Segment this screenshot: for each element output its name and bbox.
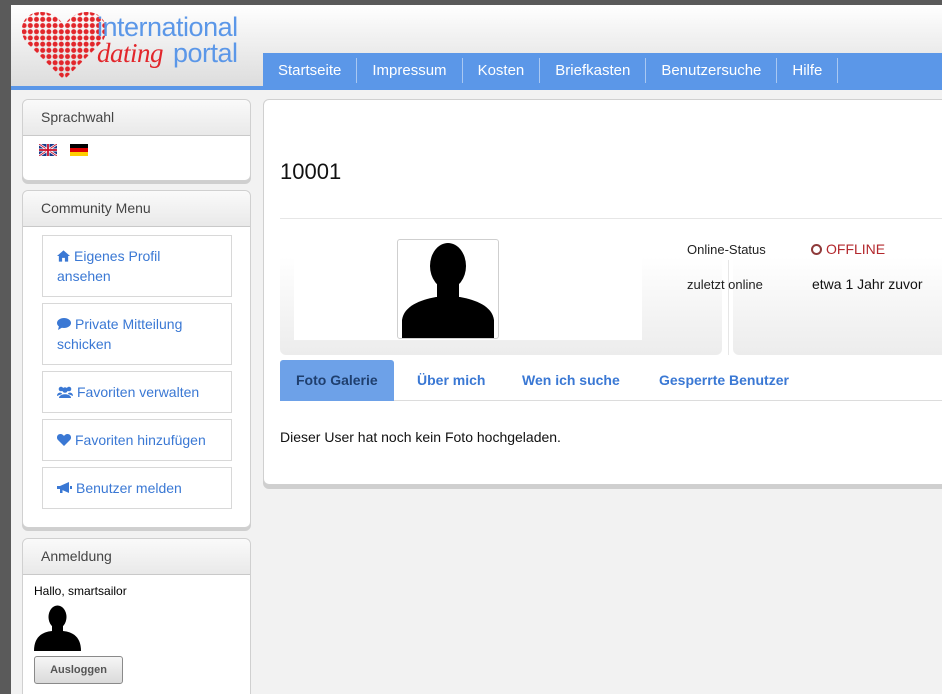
menu-add-favorite[interactable]: Favoriten hinzufügen — [42, 419, 232, 461]
user-avatar-icon[interactable] — [34, 605, 81, 651]
offline-status-icon — [811, 243, 822, 255]
logo-word-dating: dating — [97, 38, 164, 68]
profile-avatar[interactable] — [397, 239, 499, 339]
menu-view-own-profile[interactable]: Eigenes Profil ansehen — [42, 235, 232, 297]
tab-gesperrte-benutzer[interactable]: Gesperrte Benutzer — [643, 360, 805, 401]
menu-send-private-message[interactable]: Private Mitteilung schicken — [42, 303, 232, 365]
language-panel: Sprachwahl — [22, 99, 251, 181]
megaphone-icon — [57, 482, 72, 493]
menu-manage-favorites[interactable]: Favoriten verwalten — [42, 371, 232, 413]
logo-word-international: international — [97, 12, 238, 42]
users-icon — [57, 386, 73, 398]
profile-photo-area — [280, 233, 722, 355]
nav-impressum[interactable]: Impressum — [357, 58, 463, 83]
heart-logo-icon[interactable] — [21, 10, 107, 82]
home-icon — [57, 250, 70, 262]
menu-item-label: Private Mitteilung schicken — [57, 316, 183, 352]
community-menu-title: Community Menu — [23, 191, 250, 227]
profile-title: 10001 — [280, 159, 342, 184]
site-logo-text[interactable]: international dating portal — [97, 12, 238, 68]
main-navigation: Startseite Impressum Kosten Briefkasten … — [263, 53, 942, 88]
no-photo-message: Dieser User hat noch kein Foto hochgelad… — [280, 429, 561, 445]
menu-item-label: Favoriten verwalten — [77, 384, 200, 400]
menu-item-label: Favoriten hinzufügen — [75, 432, 206, 448]
profile-content: 10001 Online-Status OFFLINE zuletzt onli… — [263, 99, 942, 485]
last-online-label: zuletzt online — [687, 277, 763, 292]
germany-flag-icon[interactable] — [70, 144, 88, 156]
tab-foto-galerie[interactable]: Foto Galerie — [280, 360, 394, 401]
online-status-value: OFFLINE — [811, 241, 885, 257]
profile-tabs: Foto Galerie Über mich Wen ich suche Ges… — [280, 360, 942, 401]
tab-ueber-mich[interactable]: Über mich — [401, 360, 501, 401]
window-frame-left — [0, 0, 11, 694]
logout-button[interactable]: Ausloggen — [34, 656, 123, 684]
uk-flag-icon[interactable] — [39, 144, 57, 156]
nav-startseite[interactable]: Startseite — [263, 58, 358, 83]
login-panel: Anmeldung Hallo, smartsailor Ausloggen — [22, 538, 251, 694]
default-avatar-icon — [402, 243, 494, 338]
nav-briefkasten[interactable]: Briefkasten — [540, 58, 647, 83]
online-status-text: OFFLINE — [826, 241, 886, 257]
status-divider — [728, 260, 729, 355]
community-menu-panel: Community Menu Eigenes Profil ansehen Pr… — [22, 190, 251, 528]
login-panel-title: Anmeldung — [23, 539, 250, 575]
online-status-label: Online-Status — [687, 242, 766, 257]
nav-kosten[interactable]: Kosten — [463, 58, 541, 83]
speech-bubble-icon — [57, 318, 71, 330]
nav-hilfe[interactable]: Hilfe — [777, 58, 839, 83]
tab-wen-ich-suche[interactable]: Wen ich suche — [506, 360, 636, 401]
menu-item-label: Eigenes Profil ansehen — [57, 248, 161, 284]
nav-benutzersuche[interactable]: Benutzersuche — [646, 58, 778, 83]
language-panel-title: Sprachwahl — [23, 100, 250, 136]
logo-word-portal: portal — [173, 38, 238, 68]
heart-icon — [57, 434, 71, 446]
last-online-value: etwa 1 Jahr zuvor — [812, 276, 923, 292]
menu-item-label: Benutzer melden — [76, 480, 182, 496]
menu-report-user[interactable]: Benutzer melden — [42, 467, 232, 509]
greeting-text: Hallo, smartsailor — [34, 584, 127, 598]
title-divider — [280, 218, 942, 219]
